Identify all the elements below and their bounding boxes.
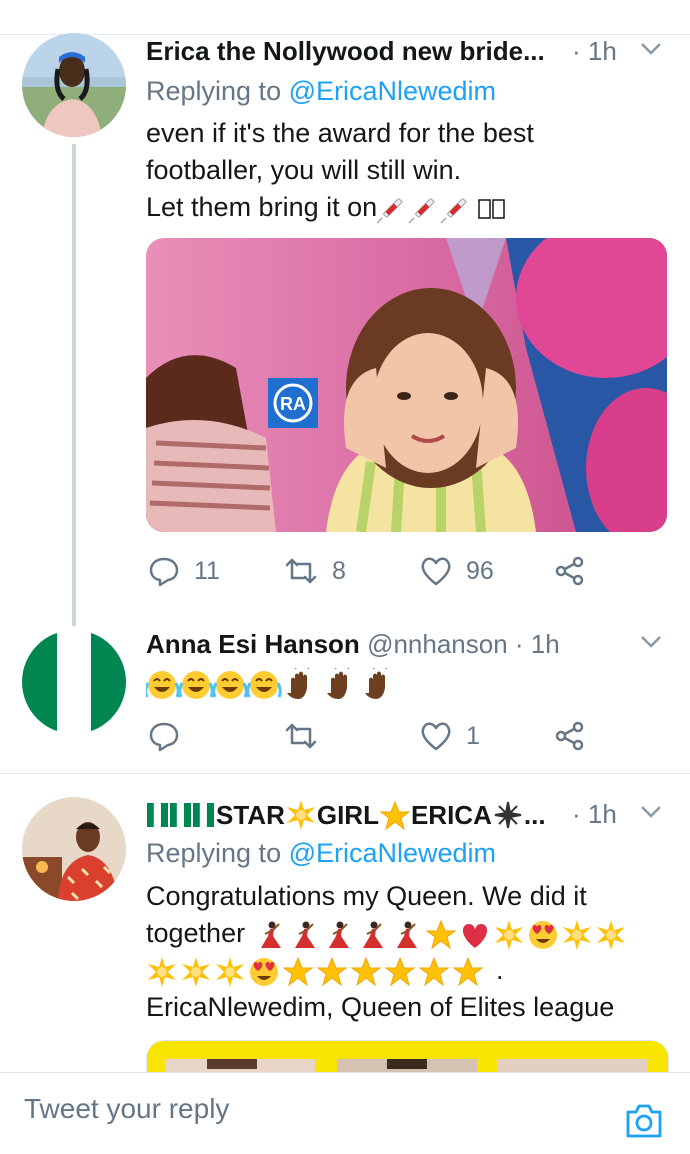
syringe-emoji-icon	[377, 197, 468, 224]
avatar[interactable]	[22, 33, 126, 137]
replying-to: Replying to @EricaNlewedim	[146, 76, 497, 106]
chevron-down-icon[interactable]	[640, 635, 662, 649]
avatar-nigeria-flag[interactable]	[22, 630, 126, 734]
mention-link[interactable]: @EricaNlewedim	[289, 76, 496, 106]
avatar[interactable]	[22, 797, 126, 901]
share-button[interactable]	[554, 551, 586, 591]
timestamp: · 1h	[572, 36, 617, 66]
heart-icon	[421, 722, 451, 751]
watermark-badge: RA	[280, 394, 306, 414]
stars-emoji-icon	[148, 956, 483, 987]
retweet-icon	[285, 723, 317, 749]
tweet-text: even if it's the award for the best foot…	[146, 118, 534, 224]
reply-button[interactable]	[148, 716, 180, 756]
share-icon	[555, 556, 584, 586]
tweet-anna-esi-hanson[interactable]: Anna Esi Hanson @nnhanson · 1h 1	[0, 610, 690, 774]
like-button[interactable]: 96	[420, 551, 494, 591]
display-name-part[interactable]: STAR	[216, 800, 285, 831]
tweet-media-image[interactable]	[146, 1040, 669, 1072]
missing-glyph-icon	[478, 199, 505, 219]
display-name-part[interactable]: ERICA	[411, 800, 492, 831]
like-count: 1	[466, 721, 480, 750]
display-name-part[interactable]: GIRL	[317, 800, 379, 831]
glowing-star-icon	[286, 800, 315, 830]
display-name-ellipsis: ...	[523, 799, 546, 830]
display-name[interactable]: Erica the Nollywood new bride...	[146, 36, 545, 66]
timestamp: · 1h	[572, 799, 617, 829]
mention-link[interactable]: @EricaNlewedim	[289, 838, 496, 868]
retweet-button[interactable]	[284, 716, 318, 756]
author-line: STAR GIRL ERICA ...	[146, 799, 570, 831]
reply-icon	[149, 722, 179, 752]
share-button[interactable]	[554, 716, 586, 756]
laughing-and-clapping-emoji-icon	[144, 662, 389, 701]
tweet-actions: 1	[146, 716, 626, 756]
tweet-reply-input[interactable]: Tweet your reply	[24, 1093, 229, 1125]
sparkle-icon	[494, 801, 522, 829]
dancer-star-heart-emoji-icon	[259, 919, 625, 950]
timestamp: · 1h	[514, 629, 560, 659]
reply-count: 11	[194, 556, 220, 585]
reply-compose-bar: Tweet your reply	[0, 1072, 690, 1154]
reply-button[interactable]: 11	[148, 551, 220, 591]
tweet-emoji-text	[144, 662, 396, 707]
tweet-star-girl-erica[interactable]: STAR GIRL ERICA ... · 1h Replying to @Er…	[0, 774, 690, 1072]
chevron-down-icon[interactable]	[640, 42, 662, 56]
author-line: Anna Esi Hanson @nnhanson · 1h	[146, 629, 586, 660]
like-count: 96	[466, 556, 494, 585]
share-icon	[555, 721, 584, 751]
retweet-icon	[285, 558, 317, 584]
star-icon	[380, 801, 410, 830]
tweet-erica-nollywood[interactable]: Erica the Nollywood new bride... · 1h Re…	[0, 0, 690, 635]
display-name[interactable]: Anna Esi Hanson	[146, 629, 360, 659]
heart-icon	[421, 557, 451, 586]
reply-icon	[149, 557, 179, 587]
nigeria-flag-icon	[147, 802, 214, 828]
replying-to: Replying to @EricaNlewedim	[146, 838, 497, 868]
thread-connector	[72, 144, 76, 626]
like-button[interactable]: 1	[420, 716, 480, 756]
author-line: Erica the Nollywood new bride...	[146, 36, 586, 67]
tweet-actions: 11 8 96	[146, 551, 626, 591]
retweet-count: 8	[332, 556, 346, 585]
camera-icon[interactable]	[624, 1103, 664, 1139]
tweet-text: Congratulations my Queen. We did it toge…	[146, 878, 676, 1026]
handle[interactable]: @nnhanson	[367, 629, 508, 659]
retweet-button[interactable]: 8	[284, 551, 346, 591]
chevron-down-icon[interactable]	[640, 805, 662, 819]
tweet-media-image[interactable]: RA	[146, 238, 667, 532]
